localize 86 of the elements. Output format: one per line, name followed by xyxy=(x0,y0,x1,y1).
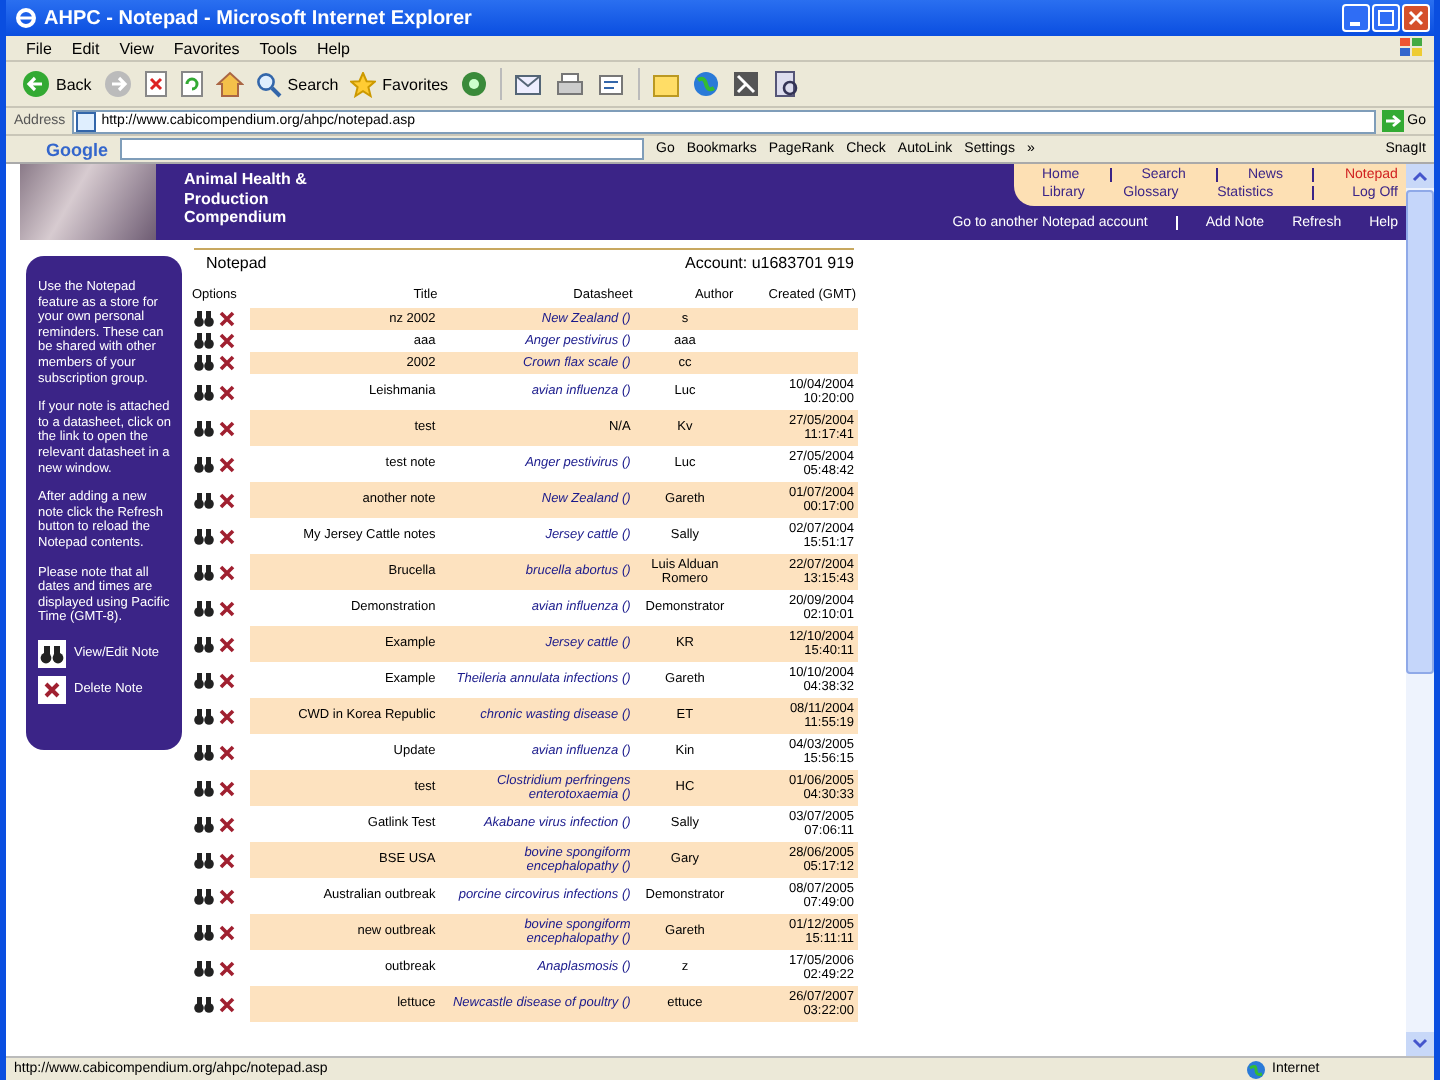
delete-icon[interactable] xyxy=(218,599,236,617)
print-icon[interactable] xyxy=(556,71,587,97)
delete-icon[interactable] xyxy=(218,383,236,401)
notepad-title: Notepad xyxy=(206,254,267,272)
binoculars-icon[interactable] xyxy=(194,563,214,581)
menu-item[interactable]: Help xyxy=(316,39,350,57)
binoculars-icon[interactable] xyxy=(194,851,214,869)
photo-placeholder xyxy=(20,164,156,240)
binoculars-icon[interactable] xyxy=(194,707,214,725)
delete-icon[interactable] xyxy=(218,851,236,869)
delete-icon[interactable] xyxy=(218,455,236,473)
media-icon[interactable] xyxy=(460,70,489,98)
delete-icon[interactable] xyxy=(218,959,236,977)
delete-icon[interactable] xyxy=(218,635,236,653)
binoculars-icon[interactable] xyxy=(194,455,214,473)
binoculars-icon[interactable] xyxy=(194,332,214,350)
refresh-icon[interactable] xyxy=(179,70,204,98)
search-button[interactable]: Search xyxy=(255,71,339,97)
globe-icon[interactable] xyxy=(692,70,721,98)
binoculars-icon[interactable] xyxy=(194,671,214,689)
binoculars-icon[interactable] xyxy=(194,959,214,977)
maximize-button[interactable] xyxy=(1372,4,1400,32)
page-icon xyxy=(75,111,96,131)
binoculars-icon[interactable] xyxy=(194,743,214,761)
scroll-up-icon[interactable] xyxy=(1406,164,1434,188)
binoculars-icon[interactable] xyxy=(194,310,214,328)
binoculars-icon[interactable] xyxy=(194,635,214,653)
delete-icon xyxy=(38,675,66,704)
browser-icon xyxy=(14,6,38,30)
delete-icon[interactable] xyxy=(218,995,236,1013)
delete-icon[interactable] xyxy=(218,419,236,437)
delete-icon[interactable] xyxy=(218,310,236,328)
delete-icon[interactable] xyxy=(218,743,236,761)
home-icon[interactable] xyxy=(215,70,244,98)
binoculars-icon[interactable] xyxy=(194,491,214,509)
back-button[interactable]: Back xyxy=(22,70,92,98)
close-icon xyxy=(1408,10,1424,26)
favorites-button[interactable]: Favorites xyxy=(350,71,449,97)
binoculars-icon[interactable] xyxy=(194,383,214,401)
back-arrow-icon xyxy=(22,70,50,98)
delete-icon[interactable] xyxy=(218,332,236,350)
binoculars-icon[interactable] xyxy=(194,527,214,545)
google-search-field[interactable] xyxy=(120,138,644,160)
site-name: Animal Health & Production Compendium xyxy=(182,168,309,230)
delete-icon[interactable] xyxy=(218,527,236,545)
delete-icon[interactable] xyxy=(218,923,236,941)
scroll-down-icon[interactable] xyxy=(1406,1032,1434,1056)
edit-icon[interactable] xyxy=(598,71,627,97)
go-arrow-icon xyxy=(1381,110,1404,132)
delete-icon[interactable] xyxy=(218,671,236,689)
binoculars-icon[interactable] xyxy=(194,779,214,797)
menu-item[interactable]: Tools xyxy=(259,39,297,57)
binoculars-icon[interactable] xyxy=(194,923,214,941)
delete-icon[interactable] xyxy=(218,779,236,797)
window-title: AHPC - Notepad - Microsoft Internet Explorer xyxy=(44,7,472,29)
delete-icon[interactable] xyxy=(218,815,236,833)
binoculars-icon[interactable] xyxy=(194,887,214,905)
menu-item[interactable]: Favorites xyxy=(173,39,240,57)
binoculars-icon xyxy=(38,639,66,668)
close-button[interactable] xyxy=(1402,4,1430,32)
menu-item[interactable]: File xyxy=(26,39,52,57)
binoculars-icon[interactable] xyxy=(194,995,214,1013)
delete-icon[interactable] xyxy=(218,354,236,372)
maximize-icon xyxy=(1378,10,1394,26)
delete-icon[interactable] xyxy=(218,707,236,725)
binoculars-icon[interactable] xyxy=(194,419,214,437)
stop-icon[interactable] xyxy=(143,70,168,98)
globe-icon xyxy=(1246,1059,1266,1079)
binoculars-icon[interactable] xyxy=(194,599,214,617)
research-icon[interactable] xyxy=(772,70,801,98)
minimize-button[interactable] xyxy=(1342,4,1370,32)
binoculars-icon[interactable] xyxy=(194,815,214,833)
delete-icon[interactable] xyxy=(218,491,236,509)
menu-item[interactable]: Edit xyxy=(71,39,100,57)
menu-item[interactable]: View xyxy=(119,39,154,57)
scrollbar[interactable] xyxy=(1406,164,1434,1056)
delete-icon[interactable] xyxy=(218,887,236,905)
mail-icon[interactable] xyxy=(514,71,545,97)
google-logo: Google xyxy=(46,139,108,159)
search-icon xyxy=(255,71,282,97)
messenger-icon[interactable] xyxy=(732,70,761,98)
windows-logo-icon xyxy=(1398,36,1426,60)
star-icon xyxy=(350,71,377,97)
delete-icon[interactable] xyxy=(218,563,236,581)
binoculars-icon[interactable] xyxy=(194,354,214,372)
account-number: Account: u1683701 919 xyxy=(684,254,854,272)
